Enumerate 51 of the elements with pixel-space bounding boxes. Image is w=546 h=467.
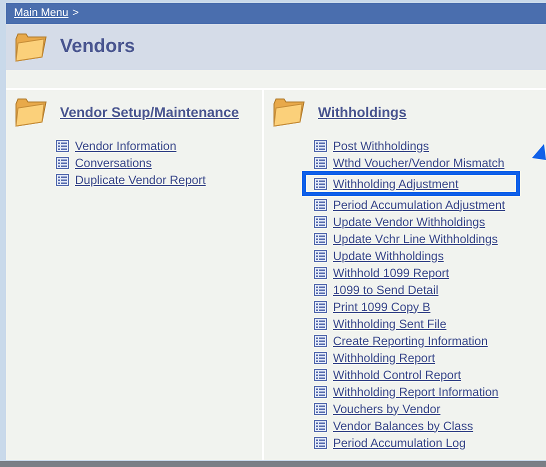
menu-link[interactable]: Create Reporting Information — [333, 334, 488, 348]
menu-link[interactable]: Vendor Balances by Class — [333, 418, 474, 432]
menu-link[interactable]: Duplicate Vendor Report — [75, 172, 206, 186]
list-icon — [314, 402, 327, 414]
menu-link[interactable]: Conversations — [75, 156, 152, 170]
list-icon — [314, 178, 327, 190]
menu-link[interactable]: Print 1099 Copy B — [333, 300, 430, 314]
list-icon — [314, 368, 327, 380]
folder-icon — [14, 96, 48, 128]
list-icon — [56, 174, 69, 186]
list-icon — [314, 216, 327, 228]
list-icon — [314, 300, 327, 312]
list-icon — [56, 140, 69, 152]
menu-link[interactable]: Vendor Information — [75, 138, 176, 152]
menu-link[interactable]: Withholding Sent File — [333, 316, 446, 330]
menu-link[interactable]: Withhold Control Report — [333, 368, 462, 382]
list-icon — [314, 198, 327, 210]
list-icon — [314, 140, 327, 152]
menu-link[interactable]: 1099 to Send Detail — [333, 282, 438, 296]
list-icon — [56, 156, 69, 168]
menu-link[interactable]: Period Accumulation Adjustment — [333, 198, 506, 212]
list-icon — [314, 156, 327, 168]
list-icon — [314, 386, 327, 398]
menu-link[interactable]: Update Withholdings — [333, 248, 444, 262]
menu-link[interactable]: Update Vendor Withholdings — [333, 214, 486, 228]
list-icon — [314, 352, 327, 364]
folder-icon — [14, 31, 48, 63]
arrow-icon — [532, 144, 546, 160]
list-icon — [314, 420, 327, 432]
section-link[interactable]: Vendor Setup/Maintenance — [60, 102, 239, 122]
menu-link[interactable]: Post Withholdings — [333, 138, 430, 152]
menu-link[interactable]: Withhold 1099 Report — [333, 266, 450, 280]
menu-link[interactable]: Update Vchr Line Withholdings — [333, 232, 498, 246]
page-title: Vendors — [60, 34, 135, 59]
menu-link[interactable]: Vouchers by Vendor — [333, 402, 440, 416]
breadcrumb-separator: > — [72, 6, 79, 22]
section-link[interactable]: Withholdings — [318, 102, 407, 122]
list-icon — [314, 266, 327, 278]
list-icon — [314, 284, 327, 296]
menu-link[interactable]: Wthd Voucher/Vendor Mismatch — [333, 156, 504, 170]
menu-link[interactable]: Withholding Report — [333, 350, 436, 364]
menu-link[interactable]: Withholding Adjustment — [333, 176, 458, 190]
menu-link[interactable]: Period Accumulation Log — [333, 436, 466, 450]
list-icon — [314, 250, 327, 262]
main-menu-link[interactable]: Main Menu — [14, 5, 68, 22]
folder-icon — [272, 96, 306, 128]
menu-link[interactable]: Withholding Report Information — [333, 384, 498, 398]
list-icon — [314, 318, 327, 330]
list-icon — [314, 232, 327, 244]
list-icon — [314, 436, 327, 448]
list-icon — [314, 334, 327, 346]
